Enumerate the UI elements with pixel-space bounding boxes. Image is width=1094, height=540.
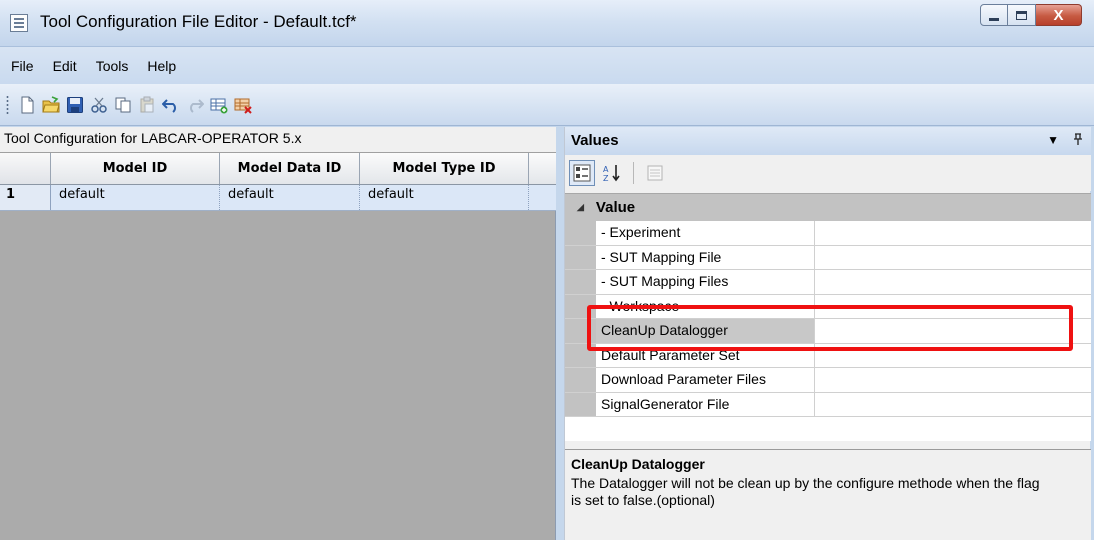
- property-pages-button[interactable]: [642, 160, 668, 186]
- values-title: Values: [571, 132, 619, 149]
- redo-icon[interactable]: [184, 94, 206, 116]
- new-file-icon[interactable]: [16, 94, 38, 116]
- property-row-workspace[interactable]: - Workspace: [565, 294, 1091, 319]
- collapse-arrow-icon[interactable]: ◢: [577, 202, 584, 213]
- open-folder-icon[interactable]: [40, 94, 62, 116]
- delete-row-icon[interactable]: [232, 94, 254, 116]
- row-gutter: [565, 221, 596, 245]
- row-number[interactable]: 1: [0, 185, 51, 210]
- property-help-pane: CleanUp Datalogger The Datalogger will n…: [565, 449, 1091, 540]
- column-header-model-id[interactable]: Model ID: [51, 153, 220, 184]
- property-value[interactable]: [815, 270, 1087, 294]
- property-grid: ◢ Value - Experiment - SUT Mapping File …: [565, 193, 1091, 441]
- column-header-model-data-id[interactable]: Model Data ID: [220, 153, 360, 184]
- property-name[interactable]: Default Parameter Set: [596, 343, 815, 367]
- row-gutter: [565, 343, 596, 367]
- property-value[interactable]: [815, 319, 1087, 343]
- panel-controls: ▼: [1047, 133, 1083, 148]
- minimize-button[interactable]: [980, 4, 1008, 26]
- toolbar-grip[interactable]: [6, 94, 9, 115]
- property-row-default-parameter-set[interactable]: Default Parameter Set: [565, 343, 1091, 368]
- svg-text:Z: Z: [603, 174, 609, 183]
- values-panel-header: Values ▼: [565, 127, 1091, 155]
- copy-icon[interactable]: [112, 94, 134, 116]
- property-name[interactable]: - Workspace: [596, 294, 815, 318]
- table-row[interactable]: 1 default default default: [0, 185, 556, 211]
- document-list-icon: [10, 14, 28, 32]
- undo-icon[interactable]: [160, 94, 182, 116]
- cell-model-type-id[interactable]: default: [360, 185, 529, 210]
- property-name[interactable]: SignalGenerator File: [596, 392, 815, 416]
- property-value[interactable]: [815, 295, 1087, 319]
- menu-help[interactable]: Help: [146, 56, 177, 76]
- save-icon[interactable]: [64, 94, 86, 116]
- row-gutter: [565, 392, 596, 416]
- property-value[interactable]: [815, 344, 1087, 368]
- window-controls: X: [980, 4, 1082, 26]
- model-grid: Model ID Model Data ID Model Type ID 1 d…: [0, 153, 556, 211]
- property-value[interactable]: [815, 221, 1087, 245]
- property-pages-icon: [647, 165, 663, 181]
- row-gutter: [565, 294, 596, 318]
- property-name[interactable]: - Experiment: [596, 221, 815, 245]
- pin-icon[interactable]: [1073, 133, 1083, 148]
- menu-edit[interactable]: Edit: [52, 56, 78, 76]
- values-panel: Values ▼ AZ ◢ Value - Experiment - SUT M…: [564, 127, 1091, 540]
- maximize-button[interactable]: [1008, 4, 1036, 26]
- panel-caption: Tool Configuration for LABCAR-OPERATOR 5…: [0, 127, 556, 153]
- row-filler: [529, 185, 556, 210]
- configuration-panel: Tool Configuration for LABCAR-OPERATOR 5…: [0, 127, 556, 540]
- close-button[interactable]: X: [1036, 4, 1082, 26]
- property-name[interactable]: Download Parameter Files: [596, 368, 815, 392]
- property-name[interactable]: - SUT Mapping File: [596, 245, 815, 269]
- row-gutter: [565, 270, 596, 294]
- column-header-model-type-id[interactable]: Model Type ID: [360, 153, 529, 184]
- property-grid-toolbar: AZ: [565, 155, 1091, 191]
- cell-model-id[interactable]: default: [51, 185, 220, 210]
- close-icon: X: [1053, 6, 1064, 24]
- title-bar[interactable]: Tool Configuration File Editor - Default…: [0, 0, 1094, 46]
- row-gutter: [565, 319, 596, 343]
- menu-bar: File Edit Tools Help: [0, 46, 1094, 84]
- help-title: CleanUp Datalogger: [571, 456, 705, 472]
- property-row-download-parameter-files[interactable]: Download Parameter Files: [565, 368, 1091, 393]
- category-value[interactable]: ◢ Value: [565, 194, 1091, 221]
- main-window: Tool Configuration File Editor - Default…: [0, 0, 1094, 540]
- property-value[interactable]: [815, 393, 1087, 417]
- cut-icon[interactable]: [88, 94, 110, 116]
- grid-header: Model ID Model Data ID Model Type ID: [0, 153, 556, 185]
- row-gutter: [565, 245, 596, 269]
- property-name[interactable]: - SUT Mapping Files: [596, 270, 815, 294]
- paste-icon[interactable]: [136, 94, 158, 116]
- help-description: The Datalogger will not be clean up by t…: [571, 475, 1040, 508]
- property-row-sut-mapping-file[interactable]: - SUT Mapping File: [565, 245, 1091, 270]
- categorized-icon: [573, 164, 591, 182]
- toolbar: [0, 84, 1094, 126]
- row-gutter: [565, 368, 596, 392]
- cell-model-data-id[interactable]: default: [220, 185, 360, 210]
- add-row-icon[interactable]: [208, 94, 230, 116]
- row-header-corner[interactable]: [0, 153, 51, 184]
- sort-az-icon: AZ: [603, 165, 620, 183]
- property-row-signalgenerator-file[interactable]: SignalGenerator File: [565, 392, 1091, 417]
- toolbar-separator: [633, 162, 634, 184]
- alphabetical-sort-button[interactable]: AZ: [599, 160, 625, 186]
- property-row-experiment[interactable]: - Experiment: [565, 221, 1091, 246]
- categorized-view-button[interactable]: [569, 160, 595, 186]
- dropdown-icon[interactable]: ▼: [1047, 133, 1059, 148]
- svg-text:A: A: [603, 165, 609, 174]
- header-filler: [529, 153, 556, 184]
- maximize-icon: [1016, 10, 1027, 20]
- property-row-cleanup-datalogger[interactable]: CleanUp Datalogger: [565, 319, 1091, 344]
- minimize-icon: [989, 17, 999, 21]
- property-value[interactable]: [815, 246, 1087, 270]
- window-title: Tool Configuration File Editor - Default…: [40, 12, 357, 31]
- property-name[interactable]: CleanUp Datalogger: [596, 319, 815, 343]
- category-label: Value: [595, 199, 636, 216]
- menu-tools[interactable]: Tools: [95, 56, 130, 76]
- menu-file[interactable]: File: [10, 56, 35, 76]
- property-row-sut-mapping-files[interactable]: - SUT Mapping Files: [565, 270, 1091, 295]
- property-value[interactable]: [815, 368, 1087, 392]
